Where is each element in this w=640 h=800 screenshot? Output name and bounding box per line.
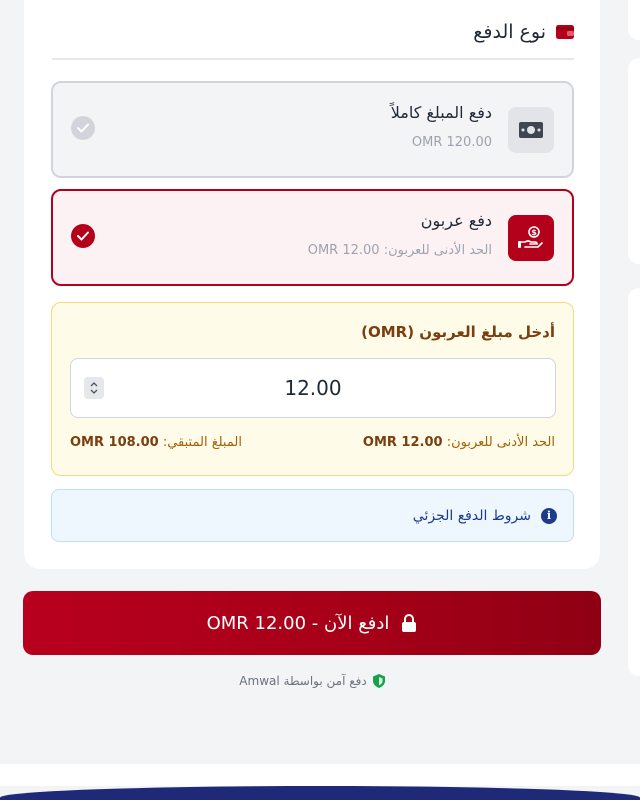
- cash-icon-box: [508, 107, 554, 153]
- terms-label: شروط الدفع الجزئي: [412, 507, 531, 524]
- deposit-amount-input[interactable]: [70, 358, 556, 418]
- secure-note-text: دفع آمن بواسطة Amwal: [239, 674, 367, 688]
- option-deposit-payment[interactable]: $ دفع عربون الحد الأدنى للعربون: OMR 12.…: [51, 189, 574, 286]
- chevron-down-icon: [90, 389, 98, 394]
- hand-coin-icon-box: $: [508, 215, 554, 261]
- footer-spacer: [0, 764, 640, 786]
- deposit-min-label: الحد الأدنى للعربون:: [446, 435, 555, 450]
- remaining-amount-info: المبلغ المتبقي: OMR 108.00: [70, 435, 242, 450]
- deposit-min-value: OMR 12.00: [362, 435, 443, 450]
- deposit-amount-label: أدخل مبلغ العربون (OMR): [361, 323, 555, 341]
- option-deposit-title: دفع عربون: [420, 211, 492, 230]
- svg-text:$: $: [531, 228, 537, 237]
- deposit-amount-section: أدخل مبلغ العربون (OMR) الحد الأدنى للعر…: [51, 302, 574, 476]
- shield-icon: [372, 674, 385, 688]
- option-full-amount: OMR 120.00: [411, 135, 492, 150]
- deposit-min-info: الحد الأدنى للعربون: OMR 12.00: [363, 435, 555, 450]
- option-full-title: دفع المبلغ كاملاً: [390, 103, 492, 122]
- amount-stepper[interactable]: [84, 377, 104, 399]
- info-icon: i: [541, 507, 557, 524]
- pay-now-label: ادفع الآن - OMR 12.00: [206, 612, 390, 634]
- secure-payment-note: دفع آمن بواسطة Amwal: [0, 674, 624, 688]
- chevron-up-icon: [90, 382, 98, 387]
- side-card-top: [628, 0, 640, 40]
- side-card-middle: [628, 58, 640, 264]
- option-full-payment[interactable]: دفع المبلغ كاملاً OMR 120.00: [51, 81, 574, 178]
- option-deposit-min: الحد الأدنى للعربون: OMR 12.00: [307, 243, 492, 258]
- cash-icon: [519, 122, 543, 138]
- side-card-bottom: [628, 288, 640, 676]
- pay-now-button[interactable]: ادفع الآن - OMR 12.00: [23, 591, 601, 655]
- remaining-amount-value: OMR 108.00: [70, 435, 159, 450]
- footer-bar: [0, 786, 640, 800]
- lock-icon: [402, 614, 417, 632]
- wallet-icon: [556, 25, 574, 39]
- payment-type-header: نوع الدفع: [52, 18, 574, 60]
- partial-payment-terms[interactable]: i شروط الدفع الجزئي: [51, 489, 574, 542]
- check-icon: [71, 116, 95, 140]
- payment-type-title: نوع الدفع: [473, 21, 546, 43]
- hand-coin-icon: $: [518, 226, 543, 248]
- remaining-amount-label: المبلغ المتبقي:: [162, 435, 242, 450]
- check-icon: [71, 224, 95, 248]
